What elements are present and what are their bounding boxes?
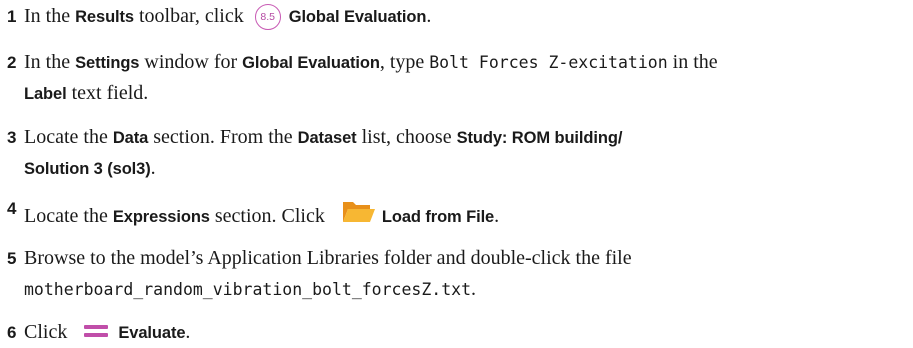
step-number: 5 — [7, 249, 17, 268]
body-text: Locate the — [24, 126, 113, 148]
body-text: Browse to the model’s Application Librar… — [24, 247, 632, 269]
body-text: section. From the — [148, 126, 298, 148]
ui-label: Settings — [75, 54, 140, 72]
global-evaluation-badge-icon: 8.5 — [254, 4, 281, 30]
body-text: Click — [24, 321, 73, 343]
ui-label: Label — [24, 85, 67, 103]
step-line: motherboard_random_vibration_bolt_forces… — [24, 277, 476, 302]
step-number: 6 — [7, 323, 17, 342]
evaluate-icon — [84, 323, 109, 339]
body-text: section. Click — [209, 205, 330, 227]
code-text: motherboard_random_vibration_bolt_forces… — [24, 280, 472, 299]
body-text: window for — [139, 51, 243, 73]
step-line: Solution 3 (sol3). — [24, 156, 156, 181]
body-text: , type — [379, 51, 430, 73]
body-text: Locate the — [24, 205, 113, 227]
step-line: Locate the Expressions section. Click Lo… — [24, 196, 499, 229]
body-text: . — [150, 157, 156, 179]
ui-label: Global Evaluation — [288, 8, 427, 26]
step-number: 1 — [7, 7, 17, 26]
body-text: toolbar, click — [134, 5, 249, 27]
body-text: . — [185, 321, 191, 343]
body-text: . — [426, 5, 432, 27]
body-text: list, choose — [356, 126, 457, 148]
body-text: text field. — [66, 82, 149, 104]
ui-label: Dataset — [297, 129, 357, 147]
ui-label: Results — [75, 8, 134, 26]
step-line: Locate the Data section. From the Datase… — [24, 125, 622, 150]
step-number: 2 — [7, 53, 17, 72]
body-text: In the — [24, 5, 76, 27]
step-line: In the Results toolbar, click 8.5 Global … — [24, 4, 431, 32]
step-line: In the Settings window for Global Evalua… — [24, 50, 718, 75]
step-number: 3 — [7, 128, 17, 147]
step-line: Browse to the model’s Application Librar… — [24, 246, 632, 270]
code-text: Bolt Forces Z-excitation — [429, 53, 668, 72]
step-line: Label text field. — [24, 81, 148, 106]
ui-label: Load from File — [381, 208, 495, 226]
body-text: in the — [667, 51, 718, 73]
step-number: 4 — [7, 199, 17, 218]
body-text: . — [471, 278, 477, 300]
ui-label: Solution 3 (sol3) — [24, 160, 151, 178]
ui-label: Data — [112, 129, 149, 147]
ui-label: Evaluate — [118, 324, 186, 342]
body-text: . — [494, 205, 500, 227]
ui-label: Expressions — [112, 208, 210, 226]
step-line: Click Evaluate. — [24, 320, 190, 345]
folder-open-icon — [342, 198, 376, 224]
ui-label: Study: ROM building/ — [456, 129, 623, 147]
body-text: In the — [24, 51, 76, 73]
ui-label: Global Evaluation — [242, 54, 380, 72]
